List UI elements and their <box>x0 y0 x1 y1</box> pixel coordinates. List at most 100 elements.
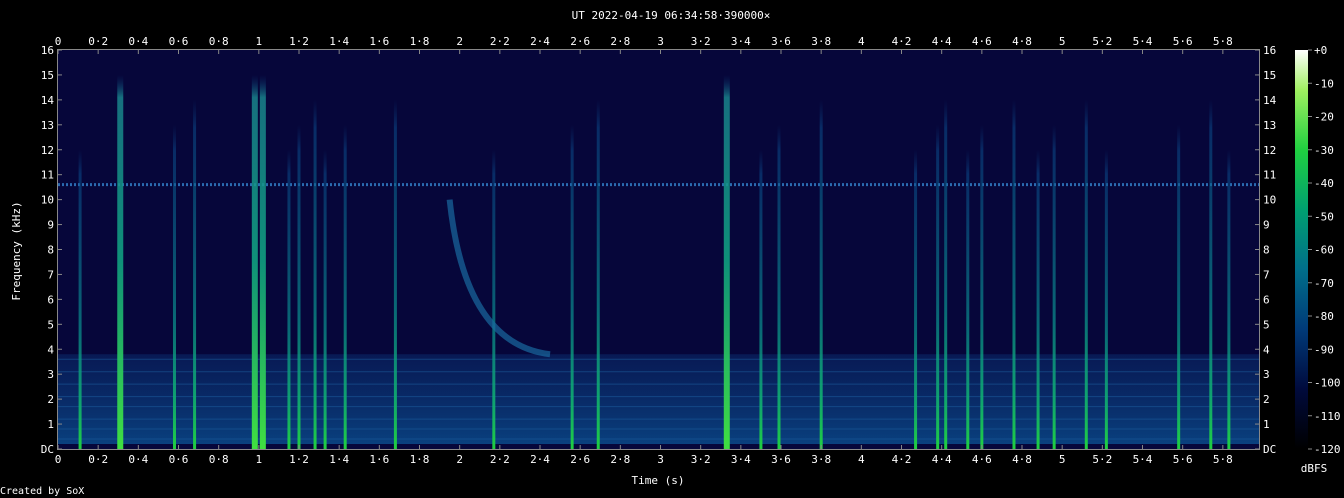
x-axis-label: Time (s) <box>632 474 685 487</box>
transient-stripe <box>596 99 600 449</box>
y-tick-label-right: 13 <box>1263 119 1276 132</box>
transient-stripe <box>393 99 397 449</box>
x-tick-label-bottom: 2 <box>456 453 463 466</box>
x-tick-label-bottom: 1·8 <box>410 453 430 466</box>
y-tick-label-right: 3 <box>1263 368 1270 381</box>
x-tick-label-bottom: 5·6 <box>1173 453 1193 466</box>
x-tick-label-top: 1·4 <box>329 35 349 48</box>
transient-stripe <box>1084 99 1088 449</box>
transient-stripe <box>287 149 291 449</box>
colorbar-tick-label: -90 <box>1314 343 1334 356</box>
strong-transient <box>251 74 258 449</box>
colorbar-label: dBFS <box>1301 462 1328 475</box>
strong-transient <box>723 74 730 449</box>
y-tick-label-left: DC <box>41 443 54 456</box>
strong-transient <box>117 74 124 449</box>
x-tick-label-bottom: 3·6 <box>771 453 791 466</box>
transient-stripe <box>936 124 940 449</box>
x-tick-label-bottom: 3·4 <box>731 453 751 466</box>
transient-stripe <box>914 149 918 449</box>
x-tick-label-bottom: 4·4 <box>932 453 952 466</box>
x-tick-label-bottom: 3 <box>657 453 664 466</box>
x-tick-label-top: 1·6 <box>369 35 389 48</box>
x-tick-label-bottom: 4·8 <box>1012 453 1032 466</box>
x-tick-label-bottom: 0·8 <box>209 453 229 466</box>
colorbar <box>1295 50 1308 449</box>
transient-stripe <box>78 149 82 449</box>
y-tick-label-right: 10 <box>1263 194 1276 207</box>
colorbar-tick-label: -110 <box>1314 410 1341 423</box>
transient-stripe <box>1227 149 1231 449</box>
transient-stripe <box>570 124 574 449</box>
x-tick-label-top: 4·4 <box>932 35 952 48</box>
y-tick-label-right: 1 <box>1263 418 1270 431</box>
x-tick-label-top: 2 <box>456 35 463 48</box>
x-tick-label-top: 4·6 <box>972 35 992 48</box>
x-tick-label-bottom: 5 <box>1059 453 1066 466</box>
y-tick-label-left: 9 <box>47 219 54 232</box>
x-tick-label-bottom: 0·6 <box>169 453 189 466</box>
x-tick-label-top: 2·2 <box>490 35 510 48</box>
transient-stripe <box>1052 124 1056 449</box>
y-tick-label-right: 5 <box>1263 318 1270 331</box>
y-tick-label-right: 6 <box>1263 293 1270 306</box>
y-tick-label-left: 1 <box>47 418 54 431</box>
y-tick-label-left: 12 <box>41 144 54 157</box>
transient-stripe <box>1177 124 1181 449</box>
x-tick-label-top: 0·4 <box>128 35 148 48</box>
x-tick-label-bottom: 3·2 <box>691 453 711 466</box>
colorbar-tick-label: -70 <box>1314 277 1334 290</box>
colorbar-tick-label: -100 <box>1314 377 1341 390</box>
x-tick-label-bottom: 1·4 <box>329 453 349 466</box>
x-tick-label-bottom: 2·4 <box>530 453 550 466</box>
x-tick-label-bottom: 2·6 <box>570 453 590 466</box>
colorbar-tick-label: -50 <box>1314 210 1334 223</box>
y-tick-label-left: 4 <box>47 343 54 356</box>
low-frequency-band <box>58 354 1259 445</box>
x-tick-label-bottom: 2·8 <box>610 453 630 466</box>
transient-stripe <box>1104 149 1108 449</box>
transient-stripe <box>313 99 317 449</box>
x-tick-label-top: 1 <box>256 35 263 48</box>
transient-stripe <box>944 99 948 449</box>
x-tick-label-top: 5·6 <box>1173 35 1193 48</box>
x-tick-label-bottom: 5·2 <box>1092 453 1112 466</box>
x-tick-label-bottom: 1·2 <box>289 453 309 466</box>
transient-stripe <box>172 124 176 449</box>
x-tick-label-bottom: 0 <box>55 453 62 466</box>
x-tick-label-bottom: 5·4 <box>1133 453 1153 466</box>
transient-stripe <box>297 124 301 449</box>
x-tick-label-bottom: 1·6 <box>369 453 389 466</box>
y-tick-label-right: 11 <box>1263 169 1276 182</box>
colorbar-tick-label: +0 <box>1314 44 1327 57</box>
x-tick-label-top: 3·2 <box>691 35 711 48</box>
x-tick-label-bottom: 0·4 <box>128 453 148 466</box>
y-tick-label-right: 12 <box>1263 144 1276 157</box>
x-tick-label-top: 3·6 <box>771 35 791 48</box>
y-tick-label-left: 7 <box>47 268 54 281</box>
x-tick-label-top: 5·4 <box>1133 35 1153 48</box>
y-tick-label-right: 15 <box>1263 69 1276 82</box>
colorbar-tick-label: -40 <box>1314 177 1334 190</box>
colorbar-tick-label: -80 <box>1314 310 1334 323</box>
x-tick-label-top: 4·2 <box>892 35 912 48</box>
x-tick-label-top: 0·2 <box>88 35 108 48</box>
transient-stripe <box>1036 149 1040 449</box>
x-tick-label-top: 1·8 <box>410 35 430 48</box>
transient-stripe <box>1209 99 1213 449</box>
x-tick-label-top: 3 <box>657 35 664 48</box>
x-tick-label-bottom: 0·2 <box>88 453 108 466</box>
x-tick-label-top: 0·8 <box>209 35 229 48</box>
y-tick-label-left: 5 <box>47 318 54 331</box>
x-tick-label-top: 4·8 <box>1012 35 1032 48</box>
y-tick-label-right: 4 <box>1263 343 1270 356</box>
credit-text: Created by SoX <box>0 486 84 497</box>
x-tick-label-top: 5·8 <box>1213 35 1233 48</box>
x-tick-label-top: 0 <box>55 35 62 48</box>
strong-transient <box>259 74 266 449</box>
y-tick-label-left: 11 <box>41 169 54 182</box>
transient-stripe <box>343 124 347 449</box>
colorbar-ticks: +0 -10 -20 -30 -40 -50 -60 -70 -80 -90 -100 -110 -12… <box>1308 44 1341 456</box>
x-tick-label-top: 3·4 <box>731 35 751 48</box>
x-tick-label-bottom: 5·8 <box>1213 453 1233 466</box>
